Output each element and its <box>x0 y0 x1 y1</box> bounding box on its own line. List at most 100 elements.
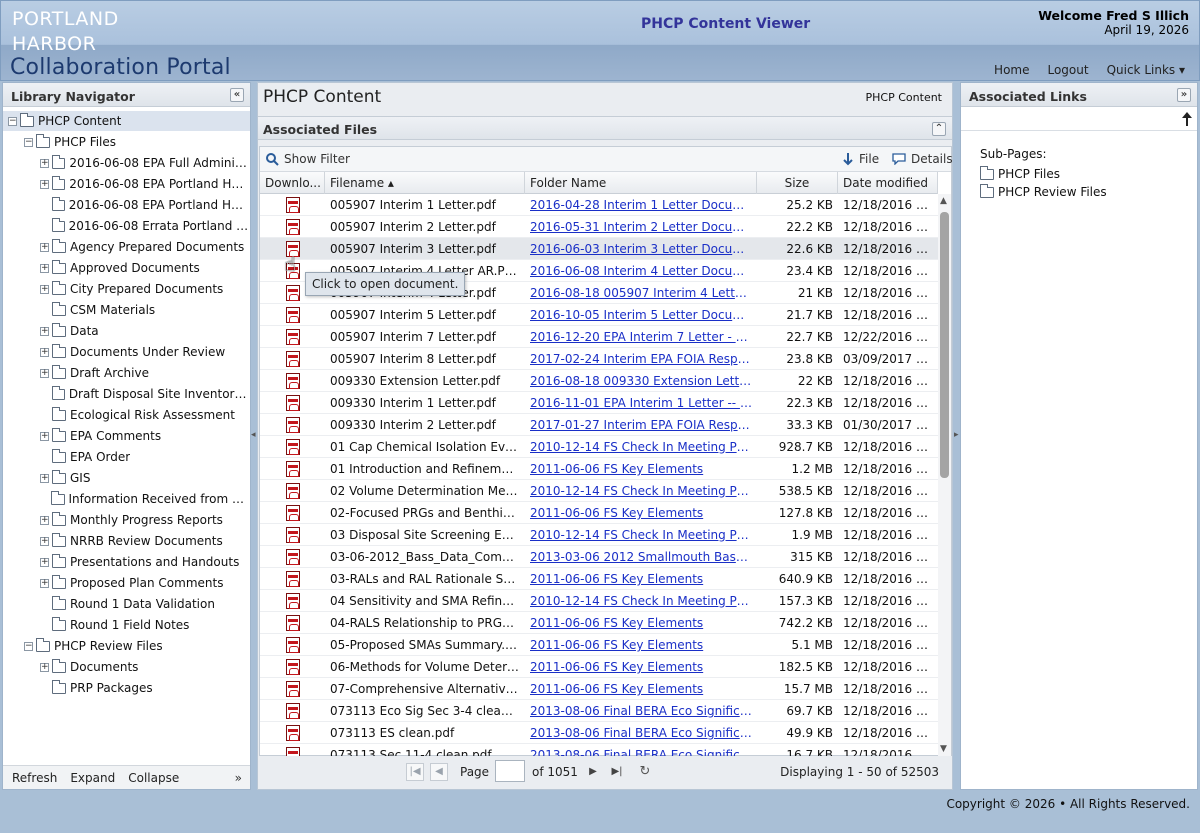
table-row[interactable]: 009330 Interim 2 Letter.pdf 2017-01-27 In… <box>260 414 938 436</box>
left-splitter-handle[interactable]: ◂ <box>251 430 256 450</box>
pdf-download-icon[interactable] <box>286 549 300 565</box>
pdf-download-icon[interactable] <box>286 329 300 345</box>
table-row[interactable]: 03-RALs and RAL Rationale Sum... 2011-06-… <box>260 568 938 590</box>
pdf-download-icon[interactable] <box>286 615 300 631</box>
expand-node-icon[interactable]: + <box>40 263 49 273</box>
tree-node[interactable]: + City Prepared Documents <box>3 279 250 299</box>
tree-node[interactable]: − PHCP Review Files <box>3 636 250 656</box>
next-page-icon[interactable]: ▶ <box>584 763 602 781</box>
folder-link[interactable]: 2016-06-03 Interim 3 Letter Document... <box>525 238 757 260</box>
pdf-download-icon[interactable] <box>286 197 300 213</box>
tree-node[interactable]: 2016-06-08 Errata Portland Ha... <box>3 216 250 236</box>
expand-node-icon[interactable]: + <box>40 431 49 441</box>
scroll-down-icon[interactable]: ▼ <box>940 744 947 754</box>
tree-node[interactable]: + EPA Comments <box>3 426 250 446</box>
tree-node[interactable]: + GIS <box>3 468 250 488</box>
folder-link[interactable]: 2016-06-08 Interim 4 Letter Document... <box>525 260 757 282</box>
pdf-download-icon[interactable] <box>286 351 300 367</box>
folder-link[interactable]: 2016-11-01 EPA Interim 1 Letter -- LW... <box>525 392 757 414</box>
expand-node-icon[interactable]: + <box>40 347 49 357</box>
refresh-grid-icon[interactable]: ↻ <box>636 763 654 781</box>
collapse-node-icon[interactable]: − <box>8 116 17 126</box>
sub-page-link-phcp-files[interactable]: PHCP Files <box>980 165 1060 181</box>
expand-node-icon[interactable]: + <box>40 284 49 294</box>
table-row[interactable]: 01 Cap Chemical Isolation Evalua... 2010-… <box>260 436 938 458</box>
folder-link[interactable]: 2016-04-28 Interim 1 Letter Document... <box>525 194 757 216</box>
expand-node-icon[interactable]: + <box>40 536 49 546</box>
details-button[interactable]: Details <box>892 152 953 166</box>
collapse-node-icon[interactable]: − <box>24 137 33 147</box>
collapse-node-icon[interactable]: − <box>24 641 33 651</box>
expand-node-icon[interactable]: + <box>40 662 49 672</box>
table-row[interactable]: 03 Disposal Site Screening Evalua... 2010… <box>260 524 938 546</box>
folder-link[interactable]: 2016-12-20 EPA Interim 7 Letter - LWG... <box>525 326 757 348</box>
pdf-download-icon[interactable] <box>286 703 300 719</box>
pdf-download-icon[interactable] <box>286 307 300 323</box>
folder-link[interactable]: 2013-03-06 2012 Smallmouth Bass Tis... <box>525 546 757 568</box>
folder-link[interactable]: 2010-12-14 FS Check In Meeting Prese... <box>525 590 757 612</box>
tree-node[interactable]: PRP Packages <box>3 678 250 698</box>
table-row[interactable]: 04-RALS Relationship to PRGs.pdf 2011-06-… <box>260 612 938 634</box>
tree-node[interactable]: + Proposed Plan Comments <box>3 573 250 593</box>
folder-link[interactable]: 2011-06-06 FS Key Elements <box>525 678 757 700</box>
logout-link[interactable]: Logout <box>1047 63 1088 77</box>
pdf-download-icon[interactable] <box>286 417 300 433</box>
tree-node[interactable]: + Agency Prepared Documents <box>3 237 250 257</box>
pdf-download-icon[interactable] <box>286 439 300 455</box>
first-page-icon[interactable]: |◀ <box>406 763 424 781</box>
last-page-icon[interactable]: ▶| <box>608 763 626 781</box>
file-download-button[interactable]: File <box>842 152 879 166</box>
tree-node[interactable]: CSM Materials <box>3 300 250 320</box>
folder-link[interactable]: 2010-12-14 FS Check In Meeting Prese... <box>525 436 757 458</box>
folder-link[interactable]: 2011-06-06 FS Key Elements <box>525 568 757 590</box>
sub-page-link-phcp-review-files[interactable]: PHCP Review Files <box>980 183 1107 199</box>
table-row[interactable]: 005907 Interim 1 Letter.pdf 2016-04-28 In… <box>260 194 938 216</box>
expand-node-icon[interactable]: + <box>40 473 49 483</box>
pdf-download-icon[interactable] <box>286 637 300 653</box>
column-header-filename[interactable]: Filename ▴ <box>325 172 525 194</box>
prev-page-icon[interactable]: ◀ <box>430 763 448 781</box>
folder-link[interactable]: 2013-08-06 Final BERA Eco Significanc... <box>525 700 757 722</box>
tree-node[interactable]: +2016-06-08 EPA Full Administr... <box>3 153 250 173</box>
folder-link[interactable]: 2017-02-24 Interim EPA FOIA Respons... <box>525 348 757 370</box>
table-row[interactable]: 073113 ES clean.pdf 2013-08-06 Final BERA… <box>260 722 938 744</box>
pdf-download-icon[interactable] <box>286 725 300 741</box>
table-row[interactable]: 073113 Eco Sig Sec 3-4 clean.pdf 2013-08-… <box>260 700 938 722</box>
pdf-download-icon[interactable] <box>286 285 300 301</box>
scroll-up-icon[interactable]: ▲ <box>940 196 947 206</box>
folder-link[interactable]: 2010-12-14 FS Check In Meeting Prese... <box>525 524 757 546</box>
pdf-download-icon[interactable] <box>286 219 300 235</box>
tree-node[interactable]: +2016-06-08 EPA Portland Harb... <box>3 174 250 194</box>
quick-links-menu[interactable]: Quick Links ▾ <box>1107 63 1185 77</box>
expand-button[interactable]: Expand <box>70 771 115 785</box>
show-filter-button[interactable]: Show Filter <box>265 152 350 166</box>
table-row[interactable]: 01 Introduction and Refinements ... 2011-… <box>260 458 938 480</box>
grid-scrollbar[interactable]: ▲ ▼ <box>938 194 951 756</box>
folder-link[interactable]: 2011-06-06 FS Key Elements <box>525 612 757 634</box>
table-row[interactable]: 005907 Interim 2 Letter.pdf 2016-05-31 In… <box>260 216 938 238</box>
tree-node[interactable]: + Monthly Progress Reports <box>3 510 250 530</box>
tree-node[interactable]: + Documents Under Review <box>3 342 250 362</box>
folder-link[interactable]: 2010-12-14 FS Check In Meeting Prese... <box>525 480 757 502</box>
tree-node[interactable]: − PHCP Content <box>3 111 250 131</box>
collapse-button[interactable]: Collapse <box>128 771 179 785</box>
folder-link[interactable]: 2011-06-06 FS Key Elements <box>525 458 757 480</box>
breadcrumb[interactable]: PHCP Content <box>866 91 942 104</box>
tree-node[interactable]: + Approved Documents <box>3 258 250 278</box>
pdf-download-icon[interactable] <box>286 593 300 609</box>
column-header-folder[interactable]: Folder Name <box>525 172 757 194</box>
table-row[interactable]: 009330 Interim 1 Letter.pdf 2016-11-01 EP… <box>260 392 938 414</box>
folder-link[interactable]: 2016-10-05 Interim 5 Letter Document... <box>525 304 757 326</box>
table-row[interactable]: 005907 Interim 8 Letter.pdf 2017-02-24 In… <box>260 348 938 370</box>
column-header-date[interactable]: Date modified <box>838 172 938 194</box>
collapse-right-panel-icon[interactable]: » <box>1177 88 1191 102</box>
refresh-button[interactable]: Refresh <box>12 771 57 785</box>
table-row[interactable]: 005907 Interim 5 Letter.pdf 2016-10-05 In… <box>260 304 938 326</box>
expand-node-icon[interactable]: + <box>40 368 49 378</box>
expand-node-icon[interactable]: + <box>40 515 49 525</box>
tree-node[interactable]: + NRRB Review Documents <box>3 531 250 551</box>
table-row[interactable]: 005907 Interim 3 Letter.pdf 2016-06-03 In… <box>260 238 938 260</box>
pdf-download-icon[interactable] <box>286 681 300 697</box>
folder-link[interactable]: 2013-08-06 Final BERA Eco Significanc... <box>525 744 757 756</box>
tree-node[interactable]: Information Received from EPA... <box>3 489 250 509</box>
